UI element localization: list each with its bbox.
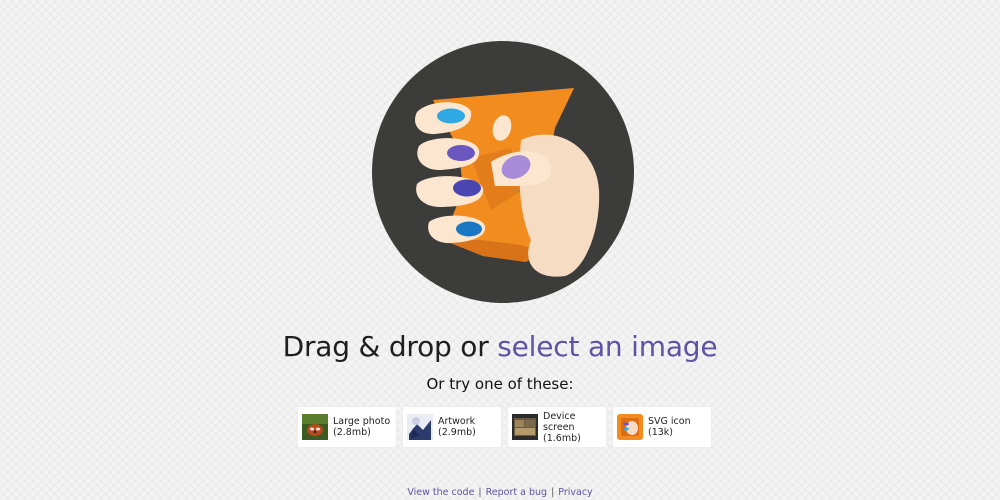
sample-large-photo-button[interactable]: Large photo (2.8mb) bbox=[297, 406, 397, 448]
sample-device-screen-button[interactable]: Device screen (1.6mb) bbox=[507, 406, 607, 448]
footer-separator: | bbox=[478, 487, 482, 498]
red-panda-thumbnail-icon bbox=[302, 414, 328, 440]
try-samples-label: Or try one of these: bbox=[426, 375, 574, 393]
sample-label: Large photo bbox=[333, 416, 391, 427]
view-code-link[interactable]: View the code bbox=[407, 487, 474, 498]
footer-links: View the code | Report a bug | Privacy bbox=[0, 487, 1000, 499]
sample-size: (13k) bbox=[648, 427, 674, 438]
device-screen-thumbnail-icon bbox=[512, 414, 538, 440]
sample-artwork-button[interactable]: Artwork (2.9mb) bbox=[402, 406, 502, 448]
drop-prompt-text: Drag & drop or bbox=[282, 330, 498, 363]
privacy-link[interactable]: Privacy bbox=[558, 487, 592, 498]
svg-icon-thumbnail-icon bbox=[617, 414, 643, 440]
artwork-thumbnail-icon bbox=[407, 414, 433, 440]
sample-label: SVG icon bbox=[648, 416, 691, 427]
select-image-link[interactable]: select an image bbox=[497, 330, 717, 363]
footer-separator: | bbox=[551, 487, 555, 498]
drop-prompt: Drag & drop or select an image bbox=[0, 328, 1000, 366]
report-bug-link[interactable]: Report a bug bbox=[486, 487, 547, 498]
sample-label: Artwork bbox=[438, 416, 476, 427]
sample-size: (2.8mb) bbox=[333, 427, 371, 438]
logo-icon[interactable] bbox=[371, 40, 635, 304]
sample-size: (1.6mb) bbox=[543, 432, 581, 444]
sample-label: Device screen bbox=[543, 410, 576, 433]
sample-size: (2.9mb) bbox=[438, 427, 476, 438]
sample-svg-icon-button[interactable]: SVG icon (13k) bbox=[612, 406, 712, 448]
sample-list: Large photo (2.8mb) Artwork (2.9mb) Devi… bbox=[297, 406, 712, 448]
